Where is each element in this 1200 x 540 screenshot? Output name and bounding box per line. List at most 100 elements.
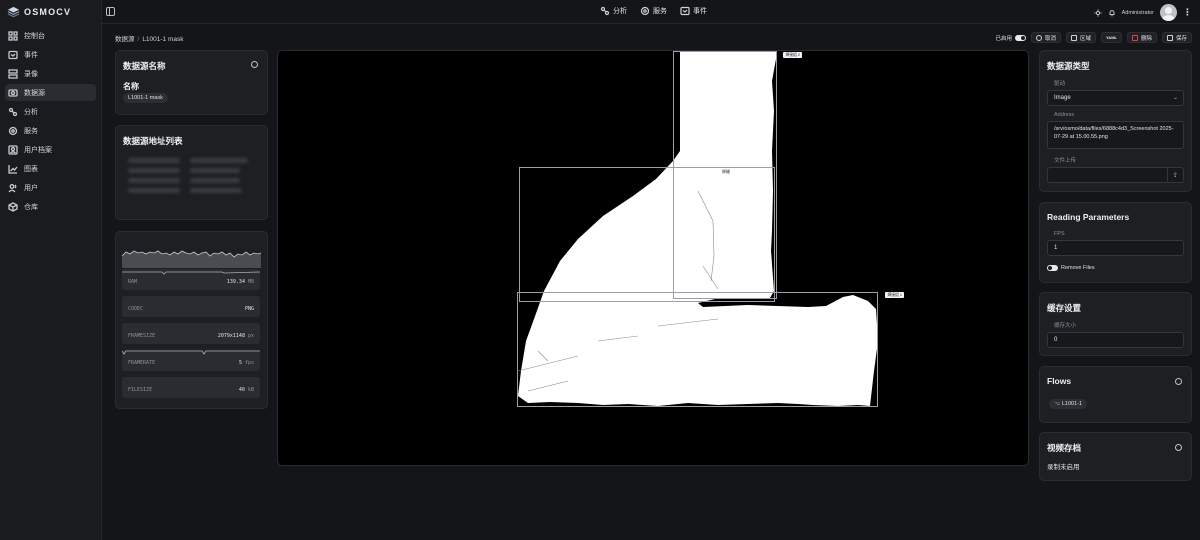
upload-icon[interactable]: ⇪ (1167, 168, 1183, 182)
sidebar-item-warehouse[interactable]: 仓库 (5, 198, 96, 215)
ram-trend-line (122, 271, 260, 275)
cache-card: 缓存设置 缓存大小 0 (1039, 292, 1192, 356)
sidebar-item-datasource[interactable]: 数据源 (5, 84, 96, 101)
gear-icon[interactable] (1175, 444, 1182, 451)
framerate-key: FRAMERATE (128, 360, 156, 366)
sidebar-item-events[interactable]: 事件 (5, 46, 96, 63)
enabled-switch[interactable] (1014, 34, 1026, 41)
bounding-box[interactable]: 焊缝 (519, 167, 775, 302)
address-list-title: 数据源地址列表 (123, 136, 183, 146)
sidebar-item-label: 分析 (24, 108, 38, 116)
delete-button[interactable]: 删除 (1126, 32, 1157, 43)
framesize-metric: FRAMESIZE 2079x1148 px (122, 323, 260, 344)
sidebar-item-users[interactable]: 用户 (5, 179, 96, 196)
filesize-metric: FILESIZE 40 kB (122, 377, 260, 398)
charts-icon (8, 164, 18, 174)
more-menu-icon[interactable]: ⋮ (1183, 7, 1192, 18)
avatar[interactable] (1160, 4, 1177, 21)
codec-metric: CODEC PNG (122, 296, 260, 317)
chevron-down-icon: ⌄ (1172, 95, 1178, 101)
filesize-unit: kB (247, 387, 254, 393)
app-logo[interactable]: OSMOCV (0, 0, 101, 24)
sidebar-item-label: 数据源 (24, 89, 45, 97)
services-icon (8, 126, 18, 135)
blurred-address-list (128, 158, 248, 198)
theme-toggle-icon[interactable] (1093, 8, 1102, 17)
address-field: Address /srv/osmo/data/files/6888c4d3_Sc… (1047, 112, 1184, 149)
flows-title: Flows (1047, 376, 1072, 386)
topbar: 分析 服务 事件 Administrator ⋮ (102, 0, 1200, 24)
sidebar-item-dashboard[interactable]: 控制台 (5, 27, 96, 44)
cancel-label: 取消 (1044, 35, 1056, 42)
topnav-services[interactable]: 服务 (640, 6, 667, 16)
enabled-toggle[interactable]: 已启用 (995, 34, 1026, 42)
filesize-value: 40 kB (239, 387, 254, 393)
action-bar: 已启用 取消 区域 YAML 删除 保存 (995, 32, 1192, 43)
name-value-pill[interactable]: L1001-1 mask (123, 93, 168, 103)
source-name-card: 数据源名称 名称 L1001-1 mask (115, 50, 268, 115)
save-button[interactable]: 保存 (1161, 32, 1192, 43)
sidebar-toggle-icon[interactable] (106, 7, 115, 16)
sidebar-item-recordings[interactable]: 录像 (5, 65, 96, 82)
flow-icon: ⌥ (1054, 401, 1061, 407)
sidebar-item-label: 服务 (24, 127, 38, 135)
filesize-key: FILESIZE (128, 387, 153, 393)
breadcrumb-root[interactable]: 数据源 (115, 36, 135, 43)
framerate-number: 5 (238, 360, 242, 366)
topnav-events[interactable]: 事件 (680, 6, 707, 16)
bell-icon[interactable] (1108, 9, 1116, 17)
name-label: 名称 (123, 82, 139, 91)
breadcrumb-separator: / (137, 36, 140, 43)
upload-field: 文件上传 ⇪ (1047, 156, 1184, 183)
file-upload-input[interactable]: ⇪ (1047, 167, 1184, 183)
yaml-button[interactable]: YAML (1101, 32, 1122, 43)
topnav-analysis[interactable]: 分析 (600, 6, 627, 16)
remove-files-switch[interactable] (1047, 265, 1058, 271)
address-list-card: 数据源地址列表 (115, 125, 268, 220)
bounding-box[interactable]: 焊接组 1 (517, 292, 904, 407)
list-item (128, 188, 248, 193)
image-viewer[interactable]: 焊接组 2 焊缝 焊接组 1 (277, 50, 1029, 466)
upload-label: 文件上传 (1054, 158, 1077, 164)
user-name[interactable]: Administrator (1122, 10, 1154, 16)
sidebar-item-charts[interactable]: 图表 (5, 160, 96, 177)
ram-metric: RAM 139.34 MB (122, 269, 260, 290)
sidebar-item-label: 事件 (24, 51, 38, 59)
fps-input[interactable]: 1 (1047, 240, 1184, 256)
ram-number: 139.34 (226, 279, 245, 285)
driver-field: 驱动 Image ⌄ (1047, 79, 1184, 106)
bbox-label: 焊接组 2 (783, 52, 802, 58)
gear-icon[interactable] (1175, 378, 1182, 385)
framerate-unit: fps (244, 360, 254, 366)
cache-size-input[interactable]: 0 (1047, 332, 1184, 348)
ram-sparkline (122, 250, 261, 268)
region-label: 区域 (1079, 35, 1091, 42)
driver-value: Image (1054, 95, 1071, 101)
sidebar: OSMOCV 控制台 事件 录像 数据源 分析 服务 用户档案 图表 用户 仓库 (0, 0, 102, 540)
gear-icon[interactable] (251, 61, 258, 68)
driver-select[interactable]: Image ⌄ (1047, 90, 1184, 106)
sidebar-item-services[interactable]: 服务 (5, 122, 96, 139)
address-input[interactable]: /srv/osmo/data/files/6888c4d3_Screenshot… (1047, 121, 1184, 149)
enabled-label: 已启用 (995, 35, 1012, 42)
bbox-label: 焊缝 (722, 169, 730, 174)
flow-item-pill[interactable]: ⌥ L1001-1 (1049, 399, 1088, 409)
sidebar-item-analysis[interactable]: 分析 (5, 103, 96, 120)
region-button[interactable]: 区域 (1065, 32, 1096, 43)
framesize-key: FRAMESIZE (128, 333, 156, 339)
sidebar-item-label: 控制台 (24, 32, 45, 40)
cache-size-label: 缓存大小 (1054, 323, 1077, 329)
breadcrumb: 数据源 / L1001-1 mask (115, 33, 184, 43)
cancel-button[interactable]: 取消 (1030, 32, 1061, 43)
events-icon (8, 50, 18, 59)
remove-files-toggle[interactable]: Remove Files (1047, 265, 1095, 271)
cache-title: 缓存设置 (1047, 303, 1082, 313)
sidebar-item-label: 用户 (24, 184, 38, 192)
profiles-icon (8, 144, 18, 155)
fps-label: FPS (1054, 231, 1065, 237)
analysis-icon (8, 107, 18, 116)
fps-field: FPS 1 (1047, 231, 1184, 256)
app-name: OSMOCV (24, 7, 72, 17)
archive-status: 录制未启用 (1047, 464, 1080, 471)
sidebar-item-profiles[interactable]: 用户档案 (5, 141, 96, 158)
